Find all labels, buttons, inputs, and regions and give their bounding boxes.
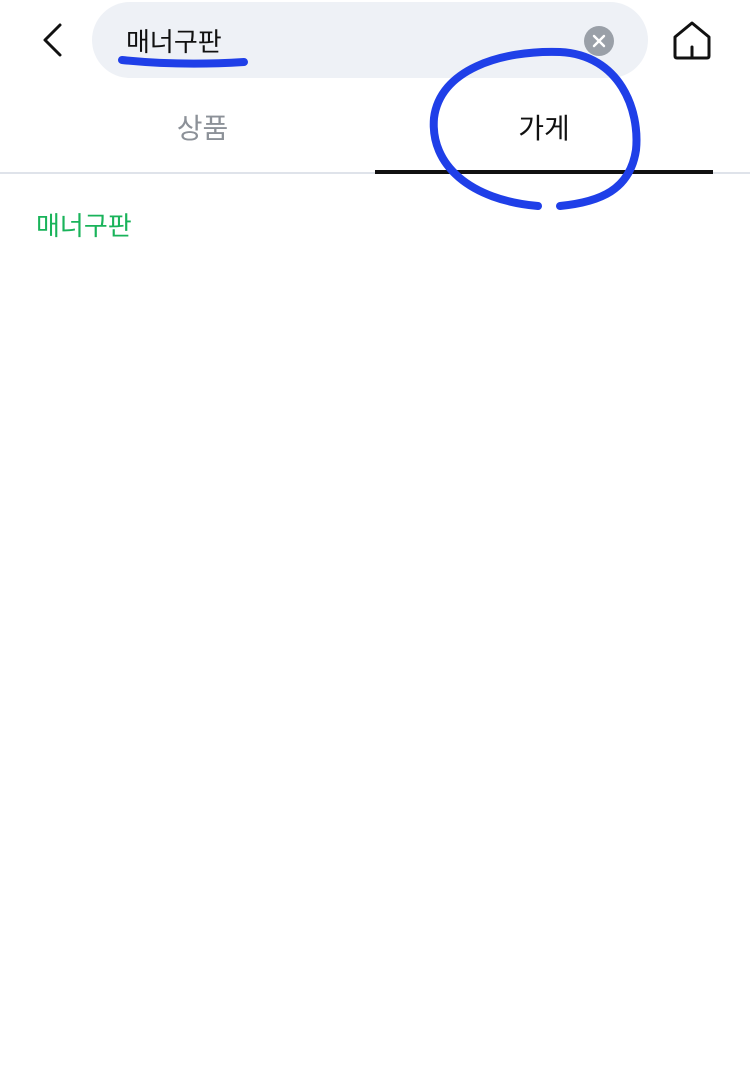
search-input[interactable] [126,20,566,60]
active-tab-indicator [375,170,713,174]
tab-bar: 상품 가게 [0,80,750,174]
tab-products[interactable]: 상품 [30,80,375,174]
tab-products-label: 상품 [176,112,229,145]
store-result-item[interactable]: 매너구판 [36,206,132,243]
clear-search-button[interactable] [584,26,614,56]
search-box [92,2,648,78]
header [0,0,750,80]
home-icon [673,21,711,60]
chevron-left-icon [43,23,62,57]
tab-stores[interactable]: 가게 [375,80,713,174]
back-button[interactable] [30,18,74,62]
home-button[interactable] [668,16,716,64]
store-result-label: 매너구판 [36,212,132,242]
search-results-page: 상품 가게 매너구판 [0,0,750,1068]
clear-circle-icon [592,34,606,48]
tab-stores-label: 가게 [518,112,570,145]
